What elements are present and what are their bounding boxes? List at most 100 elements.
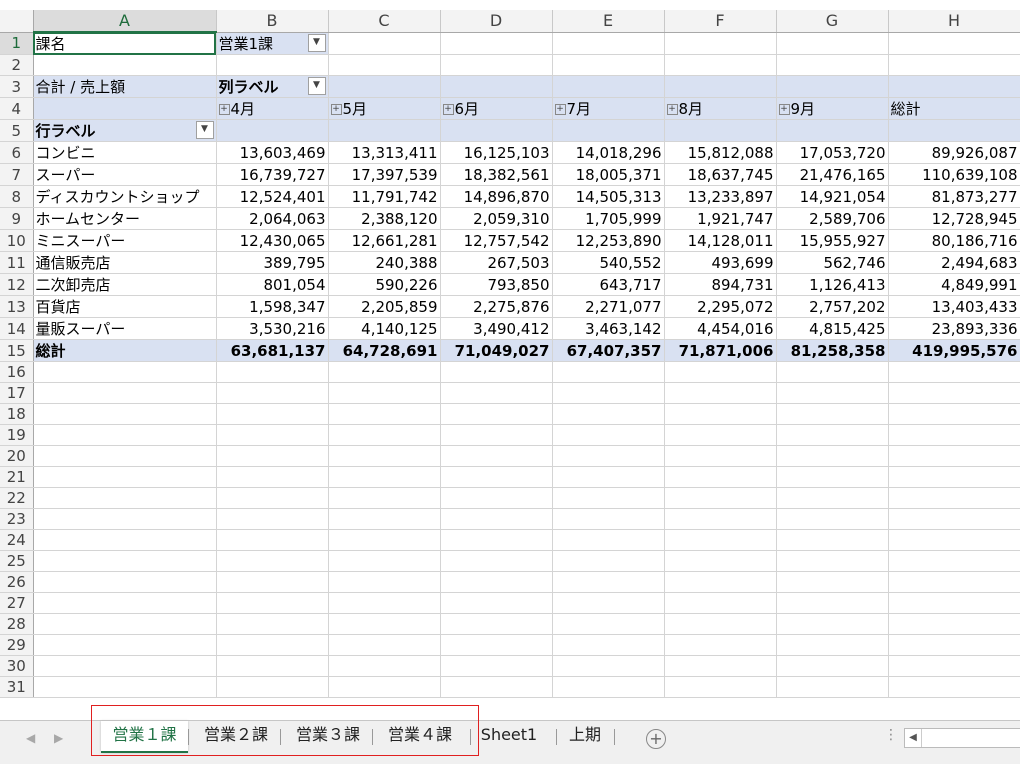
- pivot-row-name[interactable]: 二次卸売店: [33, 273, 217, 296]
- cell-a29[interactable]: [33, 634, 217, 656]
- tab-splitter-handle[interactable]: ⋮: [884, 727, 898, 743]
- row-header[interactable]: 28: [0, 613, 34, 635]
- cell-e18[interactable]: [552, 403, 665, 425]
- row-header[interactable]: 24: [0, 529, 34, 551]
- cell-b10[interactable]: 12,430,065: [216, 229, 329, 252]
- cell-d5[interactable]: [440, 119, 553, 142]
- cell-b23[interactable]: [216, 508, 329, 530]
- cell-g23[interactable]: [776, 508, 889, 530]
- cell-b19[interactable]: [216, 424, 329, 446]
- cell-a27[interactable]: [33, 592, 217, 614]
- cell-c9[interactable]: 2,388,120: [328, 207, 441, 230]
- cell-e4[interactable]: +7月: [552, 97, 665, 120]
- column-label-dropdown-icon[interactable]: ▼: [307, 77, 326, 95]
- cell-d2[interactable]: [440, 54, 553, 76]
- expand-icon[interactable]: +: [218, 104, 230, 115]
- cell-g12[interactable]: 1,126,413: [776, 273, 889, 296]
- grand-total-header[interactable]: 総計: [888, 97, 1020, 120]
- cell-g11[interactable]: 562,746: [776, 251, 889, 274]
- column-header-a[interactable]: A: [33, 10, 217, 33]
- cell-g5[interactable]: [776, 119, 889, 142]
- cell-g18[interactable]: [776, 403, 889, 425]
- cell-f27[interactable]: [664, 592, 777, 614]
- cell-f7[interactable]: 18,637,745: [664, 163, 777, 186]
- row-label-dropdown-icon[interactable]: ▼: [195, 121, 214, 139]
- cell-d7[interactable]: 18,382,561: [440, 163, 553, 186]
- cell-d24[interactable]: [440, 529, 553, 551]
- cell-d11[interactable]: 267,503: [440, 251, 553, 274]
- cell-g26[interactable]: [776, 571, 889, 593]
- cell-h13[interactable]: 13,403,433: [888, 295, 1020, 318]
- column-header-h[interactable]: H: [888, 10, 1020, 33]
- cell-c8[interactable]: 11,791,742: [328, 185, 441, 208]
- cell-b17[interactable]: [216, 382, 329, 404]
- cell-f11[interactable]: 493,699: [664, 251, 777, 274]
- scroll-left-icon[interactable]: ◀: [905, 729, 922, 747]
- cell-h23[interactable]: [888, 508, 1020, 530]
- grand-total-row-label[interactable]: 総計: [33, 339, 217, 362]
- cell-c14[interactable]: 4,140,125: [328, 317, 441, 340]
- cell-h31[interactable]: [888, 676, 1020, 698]
- cell-f29[interactable]: [664, 634, 777, 656]
- cell-h2[interactable]: [888, 54, 1020, 76]
- cell-g27[interactable]: [776, 592, 889, 614]
- cell-a18[interactable]: [33, 403, 217, 425]
- cell-c22[interactable]: [328, 487, 441, 509]
- cell-f2[interactable]: [664, 54, 777, 76]
- cell-g25[interactable]: [776, 550, 889, 572]
- cell-c4[interactable]: +5月: [328, 97, 441, 120]
- cell-c6[interactable]: 13,313,411: [328, 141, 441, 164]
- row-header[interactable]: 7: [0, 163, 34, 186]
- cell-c10[interactable]: 12,661,281: [328, 229, 441, 252]
- row-header[interactable]: 26: [0, 571, 34, 593]
- cell-e13[interactable]: 2,271,077: [552, 295, 665, 318]
- cell-f30[interactable]: [664, 655, 777, 677]
- cell-grid[interactable]: A B C D E F G H 1 課名 営業1課 ▼ 2 3 合計 / 売上額 列ラベル ▼ 4 +4月 +5月 +6…: [0, 10, 1020, 698]
- cell-d23[interactable]: [440, 508, 553, 530]
- cell-h12[interactable]: 4,849,991: [888, 273, 1020, 296]
- cell-h5[interactable]: [888, 119, 1020, 142]
- pivot-row-name[interactable]: 量販スーパー: [33, 317, 217, 340]
- cell-e9[interactable]: 1,705,999: [552, 207, 665, 230]
- cell-b29[interactable]: [216, 634, 329, 656]
- cell-c18[interactable]: [328, 403, 441, 425]
- cell-f16[interactable]: [664, 361, 777, 383]
- spreadsheet-grid[interactable]: A B C D E F G H 1 課名 営業1課 ▼ 2 3 合計 / 売上額 列ラベル ▼ 4 +4月 +5月 +6…: [0, 0, 1020, 720]
- cell-d19[interactable]: [440, 424, 553, 446]
- cell-f24[interactable]: [664, 529, 777, 551]
- cell-f22[interactable]: [664, 487, 777, 509]
- cell-e10[interactable]: 12,253,890: [552, 229, 665, 252]
- cell-e27[interactable]: [552, 592, 665, 614]
- cell-h9[interactable]: 12,728,945: [888, 207, 1020, 230]
- cell-h21[interactable]: [888, 466, 1020, 488]
- cell-g4[interactable]: +9月: [776, 97, 889, 120]
- cell-g3[interactable]: [776, 75, 889, 98]
- cell-h16[interactable]: [888, 361, 1020, 383]
- column-header-g[interactable]: G: [776, 10, 889, 33]
- cell-h18[interactable]: [888, 403, 1020, 425]
- cell-b15[interactable]: 63,681,137: [216, 339, 329, 362]
- row-header[interactable]: 20: [0, 445, 34, 467]
- row-header[interactable]: 30: [0, 655, 34, 677]
- row-header[interactable]: 18: [0, 403, 34, 425]
- cell-c29[interactable]: [328, 634, 441, 656]
- pivot-value-label[interactable]: 合計 / 売上額: [33, 75, 217, 98]
- cell-a16[interactable]: [33, 361, 217, 383]
- cell-e30[interactable]: [552, 655, 665, 677]
- cell-g7[interactable]: 21,476,165: [776, 163, 889, 186]
- cell-a28[interactable]: [33, 613, 217, 635]
- cell-d29[interactable]: [440, 634, 553, 656]
- cell-f1[interactable]: [664, 32, 777, 55]
- cell-d16[interactable]: [440, 361, 553, 383]
- cell-b31[interactable]: [216, 676, 329, 698]
- cell-h17[interactable]: [888, 382, 1020, 404]
- cell-g29[interactable]: [776, 634, 889, 656]
- cell-e17[interactable]: [552, 382, 665, 404]
- cell-e6[interactable]: 14,018,296: [552, 141, 665, 164]
- cell-c17[interactable]: [328, 382, 441, 404]
- cell-e14[interactable]: 3,463,142: [552, 317, 665, 340]
- cell-h25[interactable]: [888, 550, 1020, 572]
- cell-b7[interactable]: 16,739,727: [216, 163, 329, 186]
- cell-e5[interactable]: [552, 119, 665, 142]
- pivot-row-name[interactable]: ホームセンター: [33, 207, 217, 230]
